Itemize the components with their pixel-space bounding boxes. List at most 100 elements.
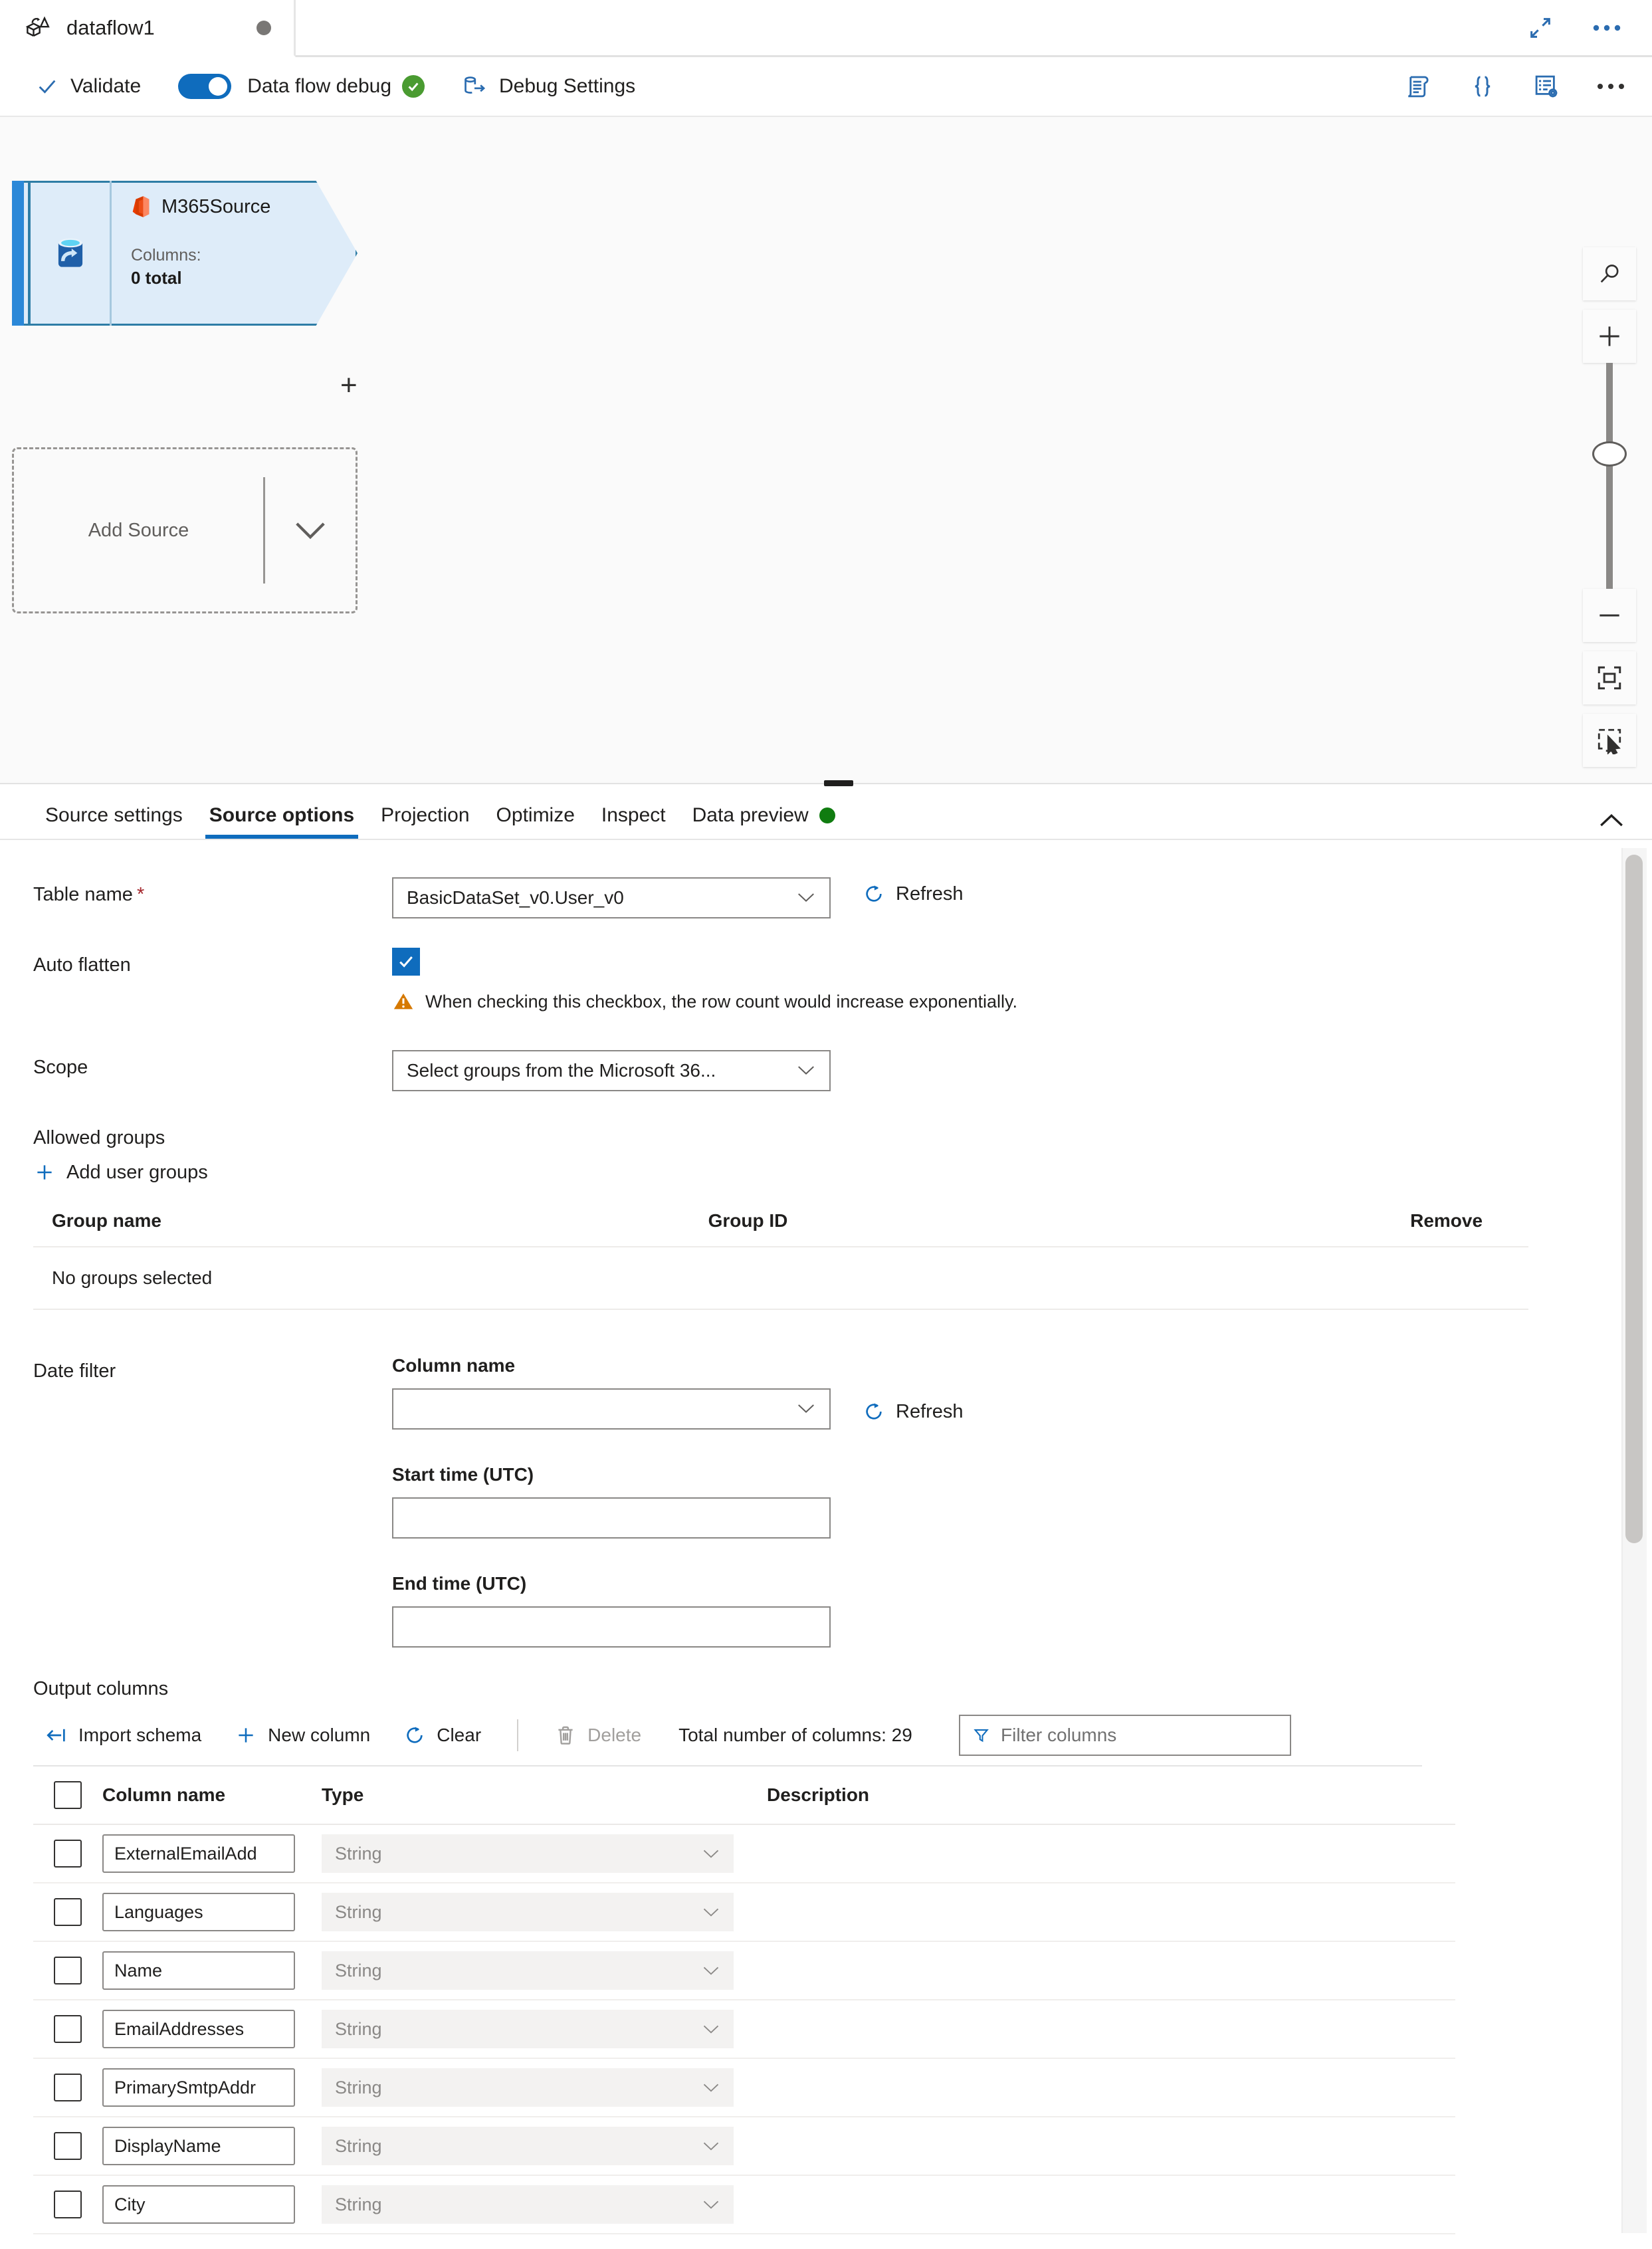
- date-filter-column-name-select[interactable]: [392, 1388, 831, 1430]
- row-column-name-cell: [102, 2127, 322, 2165]
- add-user-groups-label: Add user groups: [66, 1161, 208, 1183]
- column-type-value: String: [335, 2194, 382, 2214]
- zoom-slider-thumb[interactable]: [1592, 441, 1627, 467]
- tab-source-settings[interactable]: Source settings: [32, 804, 196, 839]
- row-checkbox[interactable]: [54, 1898, 82, 1926]
- data-flow-debug-label: Data flow debug: [247, 75, 391, 97]
- delete-label: Delete: [587, 1725, 642, 1745]
- column-type-select[interactable]: String: [322, 2010, 734, 2048]
- column-name-input[interactable]: [102, 1951, 295, 1990]
- date-filter-start-time-block: Start time (UTC): [392, 1464, 964, 1539]
- column-type-select[interactable]: String: [322, 1834, 734, 1873]
- node-body: M365Source Columns: 0 total: [115, 181, 358, 326]
- column-type-select[interactable]: String: [322, 2127, 734, 2165]
- data-flow-debug-toggle[interactable]: [178, 74, 232, 99]
- tab-projection[interactable]: Projection: [367, 804, 482, 839]
- add-source-chevron-down-icon[interactable]: [265, 518, 356, 542]
- table-row[interactable]: String: [33, 1883, 1455, 1942]
- script-icon[interactable]: [1401, 68, 1437, 104]
- column-type-select[interactable]: String: [322, 1893, 734, 1931]
- panel-collapse-chevron-up-icon[interactable]: [1594, 808, 1629, 839]
- row-checkbox[interactable]: [54, 2132, 82, 2160]
- clear-label: Clear: [437, 1725, 482, 1745]
- scope-select[interactable]: Select groups from the Microsoft 36...: [392, 1050, 831, 1091]
- column-type-select[interactable]: String: [322, 2068, 734, 2107]
- date-filter-end-time-block: End time (UTC): [392, 1573, 964, 1648]
- row-checkbox[interactable]: [54, 2074, 82, 2101]
- row-checkbox[interactable]: [54, 2015, 82, 2043]
- tab-data-preview[interactable]: Data preview: [679, 804, 849, 839]
- allowed-groups-section: Allowed groups Add user groups Group nam…: [33, 1127, 1652, 1310]
- office365-icon: [132, 196, 150, 217]
- chevron-down-icon: [702, 2195, 720, 2215]
- column-name-input[interactable]: [102, 2185, 295, 2224]
- code-braces-icon[interactable]: [1465, 68, 1500, 104]
- table-row[interactable]: String: [33, 2176, 1455, 2234]
- add-source-button[interactable]: Add Source: [12, 447, 358, 613]
- zoom-in-icon[interactable]: [1583, 310, 1636, 363]
- database-export-icon: [465, 76, 486, 94]
- canvas-controls: [1583, 247, 1636, 767]
- add-user-groups-button[interactable]: Add user groups: [33, 1161, 208, 1184]
- output-columns-toolbar: Import schema New column Clear Delete To…: [33, 1715, 1422, 1767]
- document-tab-dataflow1[interactable]: dataflow1: [0, 0, 296, 57]
- refresh-icon: [866, 885, 882, 902]
- table-row[interactable]: String: [33, 2000, 1455, 2059]
- tab-optimize[interactable]: Optimize: [483, 804, 588, 839]
- delete-column-button[interactable]: Delete: [542, 1719, 653, 1752]
- node-add-output-plus-icon[interactable]: +: [340, 371, 358, 400]
- table-row[interactable]: String: [33, 2059, 1455, 2117]
- tab-inspect[interactable]: Inspect: [588, 804, 679, 839]
- chevron-down-icon: [702, 1961, 720, 1981]
- row-select-cell: [33, 2015, 102, 2043]
- row-checkbox[interactable]: [54, 1840, 82, 1868]
- clear-columns-button[interactable]: Clear: [391, 1719, 493, 1752]
- row-column-name-cell: [102, 1951, 322, 1990]
- validate-button[interactable]: Validate: [29, 70, 148, 103]
- command-bar-ellipsis-icon[interactable]: [1592, 76, 1629, 97]
- expand-diagonal-icon[interactable]: [1523, 11, 1558, 45]
- select-all-checkbox[interactable]: [54, 1781, 82, 1809]
- table-row[interactable]: String: [33, 1942, 1455, 2000]
- column-name-input[interactable]: [102, 2127, 295, 2165]
- row-checkbox[interactable]: [54, 2191, 82, 2218]
- table-row[interactable]: String: [33, 1825, 1455, 1883]
- new-column-button[interactable]: New column: [223, 1719, 382, 1752]
- column-name-input[interactable]: [102, 1834, 295, 1873]
- refresh-table-name-button[interactable]: Refresh: [863, 883, 964, 905]
- column-name-input[interactable]: [102, 2010, 295, 2048]
- column-header-column-name: Column name: [102, 1784, 226, 1805]
- start-time-input[interactable]: [392, 1497, 831, 1539]
- titlebar-ellipsis-icon[interactable]: [1588, 17, 1625, 39]
- refresh-date-filter-button[interactable]: Refresh: [863, 1400, 964, 1423]
- end-time-input[interactable]: [392, 1606, 831, 1648]
- search-canvas-icon[interactable]: [1583, 247, 1636, 300]
- panel-tabbar: Source settings Source options Projectio…: [0, 784, 1652, 840]
- source-node-m365source[interactable]: M365Source Columns: 0 total: [12, 181, 358, 326]
- table-name-select[interactable]: BasicDataSet_v0.User_v0: [392, 877, 831, 918]
- plus-icon: [239, 1728, 253, 1743]
- zoom-out-icon[interactable]: [1583, 589, 1636, 642]
- column-type-select[interactable]: String: [322, 2185, 734, 2224]
- properties-settings-icon[interactable]: [1528, 68, 1564, 104]
- tab-source-options[interactable]: Source options: [196, 804, 367, 839]
- row-checkbox[interactable]: [54, 1957, 82, 1984]
- import-schema-button[interactable]: Import schema: [33, 1719, 213, 1752]
- filter-columns-box[interactable]: [958, 1715, 1291, 1756]
- chevron-down-icon: [796, 1060, 816, 1081]
- tab-label: Inspect: [601, 804, 666, 826]
- column-name-input[interactable]: [102, 1893, 295, 1931]
- table-row[interactable]: String: [33, 2117, 1455, 2176]
- column-name-input[interactable]: [102, 2068, 295, 2107]
- add-source-label: Add Source: [88, 519, 189, 541]
- zoom-slider[interactable]: [1583, 363, 1636, 589]
- filter-columns-input[interactable]: [1001, 1725, 1278, 1746]
- auto-flatten-checkbox[interactable]: [392, 948, 420, 976]
- output-columns-title: Output columns: [33, 1678, 169, 1699]
- fit-to-screen-icon[interactable]: [1583, 651, 1636, 704]
- selection-mode-icon[interactable]: [1583, 714, 1636, 767]
- dataflow-canvas[interactable]: M365Source Columns: 0 total + Add Source: [0, 117, 1652, 784]
- column-type-select[interactable]: String: [322, 1951, 734, 1990]
- column-type-value: String: [335, 2135, 382, 2156]
- debug-settings-button[interactable]: Debug Settings: [455, 68, 642, 104]
